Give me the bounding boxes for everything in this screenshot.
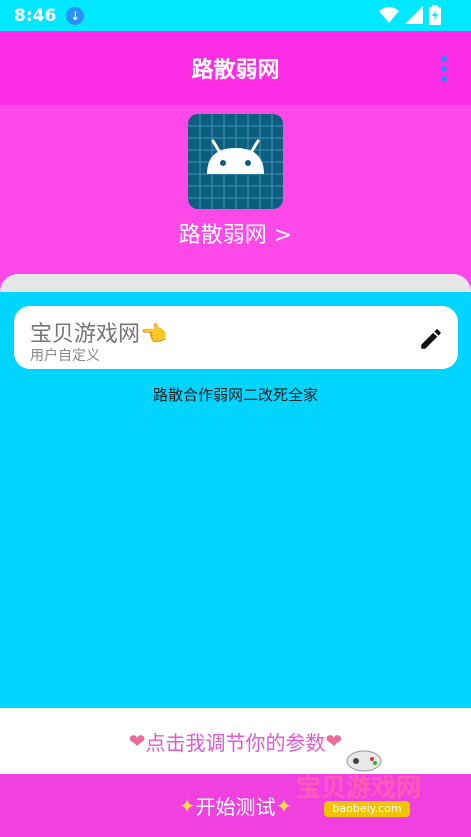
app-bar: 路散弱网 — [0, 31, 471, 105]
status-bar: 8:46 ↓ — [0, 0, 471, 31]
status-time: 8:46 — [14, 5, 57, 26]
app-title: 路散弱网 — [191, 58, 280, 83]
android-icon[interactable] — [188, 114, 283, 209]
card-title: 宝贝游戏网👈 — [30, 322, 168, 347]
card-subtitle: 用户自定义 — [30, 348, 100, 364]
battery-icon — [429, 5, 441, 25]
signal-icon — [405, 6, 423, 24]
app-name-link[interactable]: 路散弱网 > — [0, 217, 471, 249]
download-icon: ↓ — [66, 6, 85, 25]
edit-icon[interactable] — [418, 326, 444, 352]
start-test-label: 开始测试 — [195, 795, 276, 819]
profile-card[interactable]: 宝贝游戏网👈 用户自定义 — [14, 306, 458, 369]
watermark-text: 宝贝游戏网 — [296, 773, 422, 802]
watermark: 宝贝游戏网 baobeiy.com — [296, 746, 456, 828]
watermark-url: baobeiy.com — [324, 801, 410, 817]
more-options-icon[interactable] — [441, 56, 449, 82]
wifi-icon — [379, 7, 399, 23]
hint-text: 路散合作弱网二改死全家 — [152, 386, 318, 404]
heart-icon: ❤ — [128, 729, 146, 753]
sparkle-icon: ✦ — [275, 793, 293, 818]
sparkle-icon: ✦ — [178, 793, 196, 818]
status-icons — [379, 5, 441, 25]
